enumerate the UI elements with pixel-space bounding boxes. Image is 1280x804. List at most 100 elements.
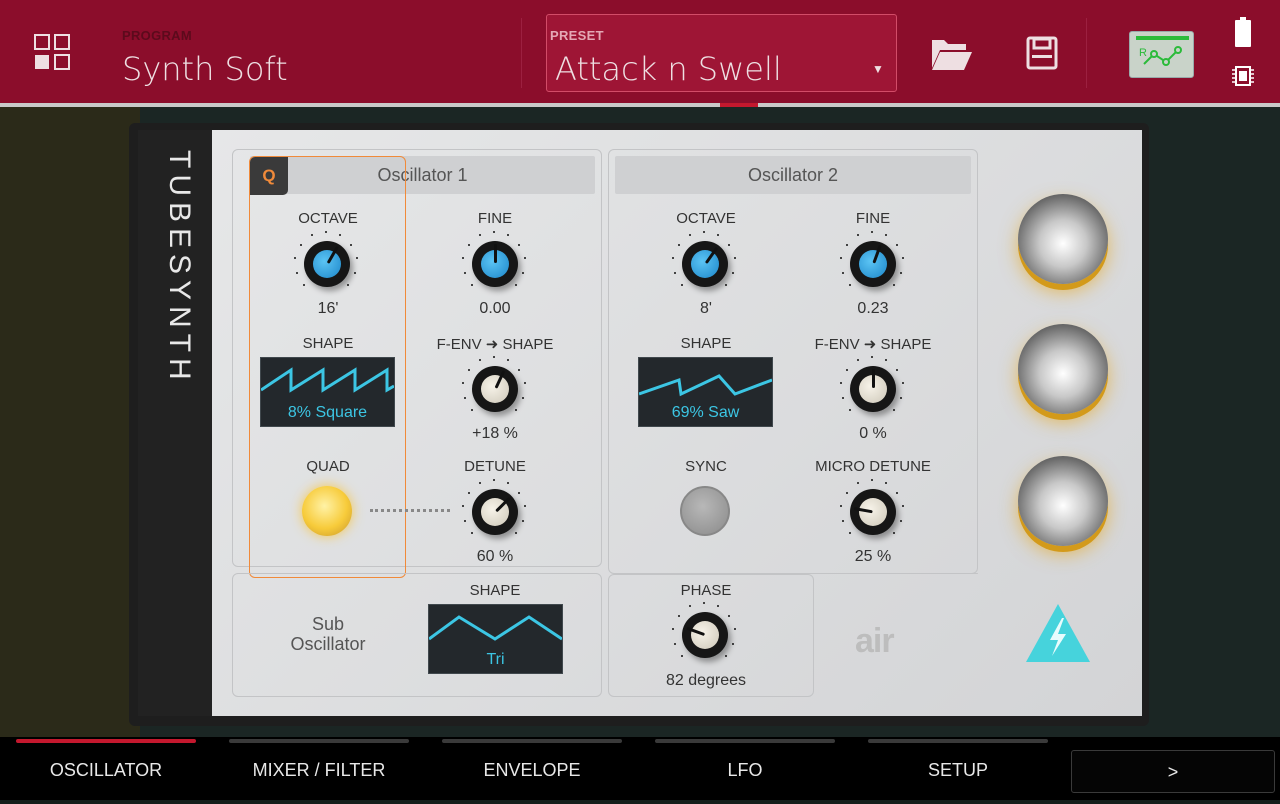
knob-tick-dot (673, 642, 676, 645)
macro-knob-1[interactable] (1018, 194, 1108, 284)
osc2-micro-detune-value: 25 % (854, 548, 892, 565)
automation-read-icon[interactable]: R (1129, 31, 1194, 78)
knob-tick-dot (325, 231, 327, 233)
tab-indicator (655, 739, 835, 743)
knob-tick-dot (871, 356, 873, 358)
tab-oscillator[interactable]: OSCILLATOR (16, 737, 196, 800)
next-page-button[interactable]: > (1071, 750, 1275, 793)
program-name[interactable]: Synth Soft (122, 50, 288, 88)
macro-knob-3[interactable] (1018, 456, 1108, 546)
osc1-fenv-value: +18 % (472, 425, 518, 442)
preset-name[interactable]: Attack n Swell (555, 50, 782, 88)
grid-menu-icon[interactable] (34, 34, 70, 70)
knob-tick-dot (871, 231, 873, 233)
osc1-fine-knob[interactable] (462, 231, 526, 287)
phase-knob[interactable] (672, 602, 736, 658)
knob-tick-dot (673, 271, 676, 274)
knob-tick-dot (514, 283, 517, 286)
osc1-fine-value: 0.00 (479, 300, 511, 317)
osc2-shape-value: 69% Saw (671, 404, 740, 421)
osc1-octave-label: OCTAVE (298, 210, 358, 227)
knob-tick-dot (303, 283, 306, 286)
oscillator-2-title: Oscillator 2 (615, 156, 971, 194)
osc1-octave-knob[interactable] (294, 231, 358, 287)
square-wave-icon (260, 367, 395, 393)
macro-knob-2[interactable] (1018, 324, 1108, 414)
save-icon[interactable] (1026, 36, 1058, 70)
osc2-octave-knob[interactable] (672, 231, 736, 287)
knob-tick-dot (493, 479, 495, 481)
program-label: PROGRAM (122, 28, 192, 43)
osc1-quad-label: QUAD (306, 458, 350, 475)
air-logo: air (855, 622, 895, 660)
plugin-background-left (0, 107, 140, 737)
knob-tick-dot (493, 231, 495, 233)
knob-tick-dot (845, 368, 848, 371)
knob-tick-dot (892, 531, 895, 534)
knob-tick-dot (467, 368, 470, 371)
knob-tick-dot (463, 396, 466, 399)
preset-label: PRESET (550, 28, 604, 43)
osc2-octave-label: OCTAVE (676, 210, 736, 227)
knob-tick-dot (849, 283, 852, 286)
osc1-fine-label: FINE (477, 210, 513, 227)
knob-tick-dot (901, 257, 904, 260)
tab-indicator (16, 739, 196, 743)
osc2-fenv-value: 0 % (859, 425, 887, 442)
tab-envelope[interactable]: ENVELOPE (442, 737, 622, 800)
osc1-shape-label: SHAPE (302, 335, 354, 352)
quad-toggle-button[interactable] (302, 486, 352, 536)
osc1-detune-knob[interactable] (462, 479, 526, 535)
header-divider (1086, 18, 1087, 88)
tab-lfo[interactable]: LFO (655, 737, 835, 800)
knob-tick-dot (733, 628, 736, 631)
knob-tick-dot (346, 283, 349, 286)
panel-divider (814, 573, 978, 574)
tab-setup[interactable]: SETUP (868, 737, 1048, 800)
knob-tick-dot (892, 283, 895, 286)
osc2-fenv-label: F-ENV ➜ SHAPE (814, 336, 932, 353)
knob-tick-dot (728, 614, 731, 617)
sub-oscillator-title: Sub Oscillator (290, 614, 366, 654)
osc2-micro-detune-knob[interactable] (840, 479, 904, 535)
knob-tick-dot (467, 243, 470, 246)
knob-tick-dot (677, 243, 680, 246)
tab-label: ENVELOPE (483, 760, 581, 780)
phase-value: 82 degrees (665, 672, 747, 689)
knob-tick-dot (896, 243, 899, 246)
osc1-detune-value: 60 % (476, 548, 514, 565)
quad-link-dots (370, 509, 450, 512)
sync-toggle-button[interactable] (680, 486, 730, 536)
knob-tick-dot (724, 654, 727, 657)
tubesynth-logo: TUBESYNTH (163, 150, 196, 386)
knob-tick-dot (467, 491, 470, 494)
tab-indicator (229, 739, 409, 743)
knob-tick-dot (841, 271, 844, 274)
knob-tick-dot (518, 243, 521, 246)
knob-tick-dot (471, 408, 474, 411)
folder-open-icon[interactable] (930, 36, 974, 72)
knob-tick-dot (849, 531, 852, 534)
knob-tick-dot (523, 505, 526, 508)
tab-label: MIXER / FILTER (252, 760, 386, 780)
tab-indicator (442, 739, 622, 743)
saw-wave-icon (638, 374, 773, 397)
knob-tick-dot (471, 531, 474, 534)
knob-tick-dot (463, 271, 466, 274)
knob-tick-dot (523, 257, 526, 260)
osc1-shape-value: 8% Square (287, 404, 368, 421)
phase-label: PHASE (680, 582, 732, 599)
osc2-octave-value: 8' (700, 300, 712, 317)
quad-badge: Q (250, 157, 288, 195)
tab-mixer-filter[interactable]: MIXER / FILTER (229, 737, 409, 800)
knob-tick-dot (493, 356, 495, 358)
osc1-detune-label: DETUNE (464, 458, 526, 475)
osc2-fine-knob[interactable] (840, 231, 904, 287)
knob-tick-dot (471, 283, 474, 286)
osc1-fenv-knob[interactable] (462, 356, 526, 412)
dropdown-arrow-icon[interactable]: ▼ (872, 62, 884, 76)
knob-tick-dot (728, 243, 731, 246)
osc2-fenv-knob[interactable] (840, 356, 904, 412)
cpu-chip-icon (1231, 64, 1255, 88)
knob-tick-dot (677, 614, 680, 617)
